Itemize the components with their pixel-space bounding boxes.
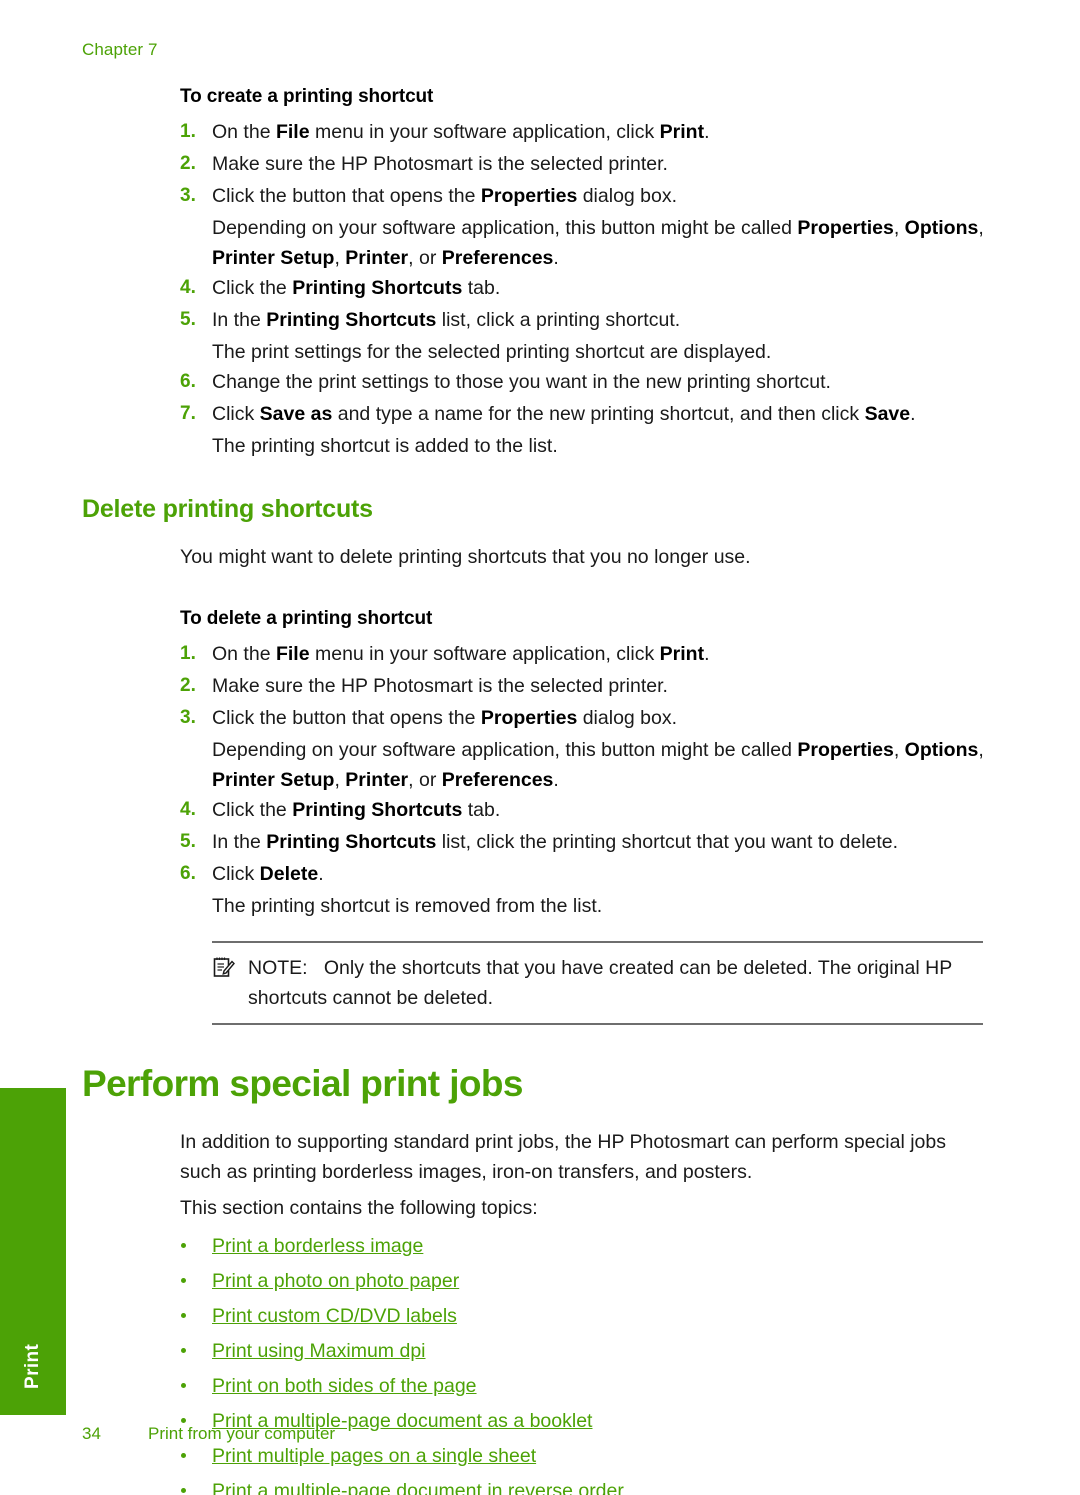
step-number: 5. bbox=[180, 831, 196, 852]
section-thumb-tab: Print bbox=[0, 1088, 66, 1415]
step-item: 6. Click Delete. bbox=[0, 859, 1080, 889]
step-number: 2. bbox=[180, 675, 196, 696]
special-paragraph-1: In addition to supporting standard print… bbox=[180, 1131, 946, 1183]
note-callout: NOTE: Only the shortcuts that you have c… bbox=[212, 941, 983, 1025]
topic-link[interactable]: Print a multiple-page document in revers… bbox=[212, 1480, 624, 1495]
step-number: 3. bbox=[180, 185, 196, 206]
step-text: Change the print settings to those you w… bbox=[212, 371, 831, 393]
section-intro-delete: You might want to delete printing shortc… bbox=[180, 546, 751, 568]
bullet-icon bbox=[181, 1243, 186, 1248]
page-content: To create a printing shortcut 1. On the … bbox=[0, 86, 1080, 1495]
list-item: Print a photo on photo paper bbox=[0, 1266, 1080, 1298]
note-inner: NOTE: Only the shortcuts that you have c… bbox=[212, 953, 983, 1013]
step-number: 7. bbox=[180, 403, 196, 424]
footer-title: Print from your computer bbox=[148, 1424, 336, 1443]
step-item: 7. Click Save as and type a name for the… bbox=[0, 399, 1080, 429]
step-item: 3. Click the button that opens the Prope… bbox=[0, 181, 1080, 211]
step-text: Click the Printing Shortcuts tab. bbox=[212, 799, 501, 821]
step-number: 5. bbox=[180, 309, 196, 330]
steps-list-create: 1. On the File menu in your software app… bbox=[0, 117, 1080, 211]
list-item: Print using Maximum dpi bbox=[0, 1336, 1080, 1368]
bullet-icon bbox=[181, 1348, 186, 1353]
bullet-icon bbox=[181, 1418, 186, 1423]
step-text: Make sure the HP Photosmart is the selec… bbox=[212, 153, 668, 175]
step-text: Click the Printing Shortcuts tab. bbox=[212, 277, 501, 299]
steps-list-delete: 1. On the File menu in your software app… bbox=[0, 639, 1080, 733]
topic-link[interactable]: Print using Maximum dpi bbox=[212, 1340, 426, 1362]
bullet-icon bbox=[181, 1383, 186, 1388]
step-text: Click Save as and type a name for the ne… bbox=[212, 403, 916, 425]
bullet-icon bbox=[181, 1453, 186, 1458]
topic-link[interactable]: Print custom CD/DVD labels bbox=[212, 1305, 457, 1327]
page-number: 34 bbox=[82, 1424, 101, 1443]
step-item: 6. Change the print settings to those yo… bbox=[0, 367, 1080, 397]
topic-link[interactable]: Print on both sides of the page bbox=[212, 1375, 477, 1397]
list-item: Print a borderless image bbox=[0, 1231, 1080, 1263]
step-item: 4. Click the Printing Shortcuts tab. bbox=[0, 795, 1080, 825]
special-paragraph-2: This section contains the following topi… bbox=[180, 1197, 538, 1219]
step-number: 3. bbox=[180, 707, 196, 728]
step-sub-text: Depending on your software application, … bbox=[212, 739, 984, 791]
step-number: 2. bbox=[180, 153, 196, 174]
note-text: Only the shortcuts that you have created… bbox=[248, 957, 952, 1009]
procedure-title-create: To create a printing shortcut bbox=[180, 86, 434, 107]
list-item: Print on both sides of the page bbox=[0, 1371, 1080, 1403]
list-item: Print a multiple-page document in revers… bbox=[0, 1476, 1080, 1495]
steps-list-delete-cont: 4. Click the Printing Shortcuts tab. 5. … bbox=[0, 795, 1080, 889]
step-item: 5. In the Printing Shortcuts list, click… bbox=[0, 827, 1080, 857]
step-number: 4. bbox=[180, 799, 196, 820]
section-thumb-tab-label: Print bbox=[22, 1343, 43, 1389]
step-item: 2. Make sure the HP Photosmart is the se… bbox=[0, 149, 1080, 179]
step-text: Click the button that opens the Properti… bbox=[212, 707, 678, 729]
step-number: 1. bbox=[180, 643, 196, 664]
step-text: On the File menu in your software applic… bbox=[212, 643, 710, 665]
step-sub-text: The print settings for the selected prin… bbox=[212, 341, 772, 363]
step-number: 4. bbox=[180, 277, 196, 298]
step-item: 2. Make sure the HP Photosmart is the se… bbox=[0, 671, 1080, 701]
section-heading-delete: Delete printing shortcuts bbox=[82, 495, 373, 523]
topic-link[interactable]: Print a borderless image bbox=[212, 1235, 423, 1257]
page-footer: 34 Print from your computer bbox=[82, 1424, 335, 1444]
note-pencil-icon bbox=[212, 955, 236, 979]
step-text: Click Delete. bbox=[212, 863, 324, 885]
step-item: 4. Click the Printing Shortcuts tab. bbox=[0, 273, 1080, 303]
step-text: On the File menu in your software applic… bbox=[212, 121, 710, 143]
step-item: 3. Click the button that opens the Prope… bbox=[0, 703, 1080, 733]
step-item: 5. In the Printing Shortcuts list, click… bbox=[0, 305, 1080, 335]
step-text: Click the button that opens the Properti… bbox=[212, 185, 678, 207]
topic-link-list: Print a borderless image Print a photo o… bbox=[0, 1231, 1080, 1495]
step-number: 6. bbox=[180, 863, 196, 884]
bullet-icon bbox=[181, 1278, 186, 1283]
step-text: In the Printing Shortcuts list, click th… bbox=[212, 831, 899, 853]
step-text: In the Printing Shortcuts list, click a … bbox=[212, 309, 681, 331]
steps-list-create-cont2: 6. Change the print settings to those yo… bbox=[0, 367, 1080, 429]
bullet-icon bbox=[181, 1313, 186, 1318]
step-number: 6. bbox=[180, 371, 196, 392]
step-sub-text: Depending on your software application, … bbox=[212, 217, 984, 269]
list-item: Print multiple pages on a single sheet bbox=[0, 1441, 1080, 1473]
note-label: NOTE: bbox=[248, 957, 308, 979]
topic-link[interactable]: Print a photo on photo paper bbox=[212, 1270, 459, 1292]
step-number: 1. bbox=[180, 121, 196, 142]
topic-link[interactable]: Print multiple pages on a single sheet bbox=[212, 1445, 536, 1467]
list-item: Print custom CD/DVD labels bbox=[0, 1301, 1080, 1333]
document-page: Chapter 7 To create a printing shortcut … bbox=[0, 0, 1080, 1495]
section-heading-special: Perform special print jobs bbox=[82, 1063, 523, 1104]
procedure-title-delete: To delete a printing shortcut bbox=[180, 608, 433, 629]
bullet-icon bbox=[181, 1488, 186, 1493]
chapter-running-head: Chapter 7 bbox=[82, 40, 158, 59]
step-item: 1. On the File menu in your software app… bbox=[0, 117, 1080, 147]
step-item: 1. On the File menu in your software app… bbox=[0, 639, 1080, 669]
steps-list-create-cont: 4. Click the Printing Shortcuts tab. 5. … bbox=[0, 273, 1080, 335]
step-sub-text: The printing shortcut is added to the li… bbox=[212, 435, 558, 457]
step-sub-text: The printing shortcut is removed from th… bbox=[212, 895, 603, 917]
step-text: Make sure the HP Photosmart is the selec… bbox=[212, 675, 668, 697]
